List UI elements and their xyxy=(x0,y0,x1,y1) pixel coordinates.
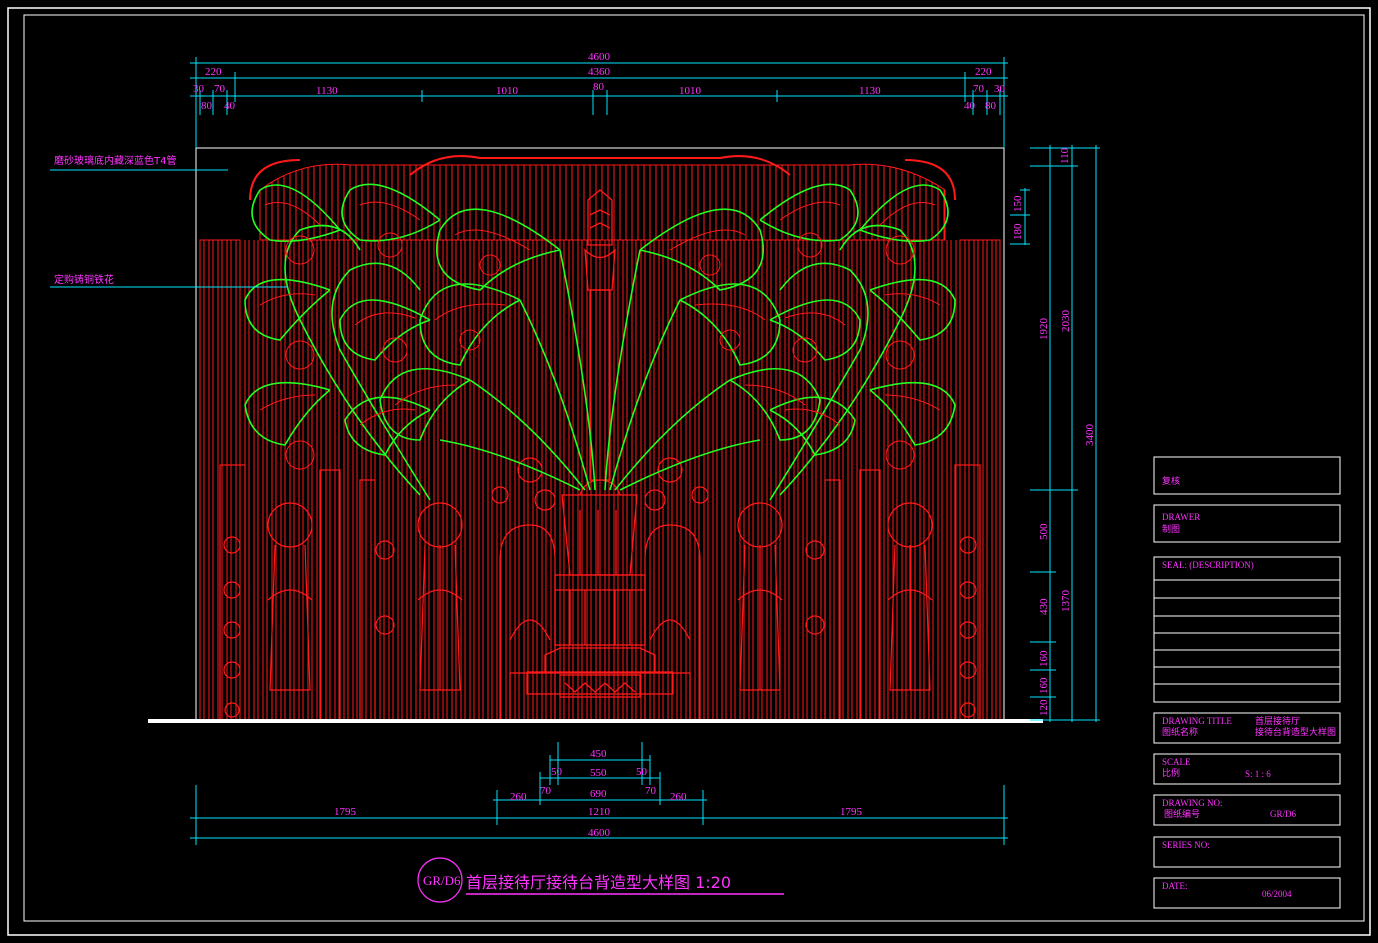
dim-top-span-3: 1010 xyxy=(679,85,702,97)
dim-bot-450: 450 xyxy=(590,748,607,760)
dim-top-inner: 4360 xyxy=(588,66,611,78)
tb-drawing-no-cn: 图纸编号 xyxy=(1164,808,1200,819)
dim-bot-260-right: 260 xyxy=(670,791,687,803)
tb-drawing-title-label: DRAWING TITLE xyxy=(1162,716,1232,726)
callout-casting: 定购铸铜铁花 xyxy=(54,273,114,286)
dim-bot-260-left: 260 xyxy=(510,791,527,803)
dim-right-1920: 1920 xyxy=(1038,318,1050,341)
dim-bot-overall: 4600 xyxy=(588,827,611,839)
tb-drawing-title-value-2: 接待台背造型大样图 xyxy=(1255,726,1336,737)
dim-bot-690: 690 xyxy=(590,788,607,800)
dim-right-3400: 3400 xyxy=(1084,424,1096,447)
dim-right-110: 110 xyxy=(1059,147,1071,164)
dim-bot-50-right: 50 xyxy=(636,766,648,778)
tb-date-label: DATE: xyxy=(1162,881,1188,891)
dim-bot-1795-left: 1795 xyxy=(334,806,357,818)
dim-top-small-l3: 40 xyxy=(224,100,236,112)
tb-date-value: 06/2004 xyxy=(1262,889,1292,899)
callout-glass: 磨砂玻璃底内藏深蓝色T4管 xyxy=(54,154,176,167)
title-text: 首层接待厅接待台背造型大样图 1:20 xyxy=(466,873,731,892)
dim-top-span-1: 1010 xyxy=(496,85,519,97)
dim-top-small-r3: 80 xyxy=(985,100,997,112)
dim-top-small-r0: 70 xyxy=(973,83,985,95)
dim-right-120: 120 xyxy=(1038,699,1050,716)
tb-series-label: SERIES NO: xyxy=(1162,840,1210,850)
dim-top-span-2: 80 xyxy=(593,81,605,93)
dim-bot-1210: 1210 xyxy=(588,806,611,818)
dim-top-small-r1: 30 xyxy=(994,83,1006,95)
tb-scale-label: SCALE xyxy=(1162,757,1191,767)
tb-drawing-title-cn: 图纸名称 xyxy=(1162,726,1198,737)
cad-drawing: 磨砂玻璃底内藏深蓝色T4管 定购铸铜铁花 4600 4360 220 220 3… xyxy=(7,7,1371,936)
floor-line xyxy=(148,719,1043,723)
dim-bot-70-left: 70 xyxy=(540,785,552,797)
tb-drawing-no-label: DRAWING NO: xyxy=(1162,798,1223,808)
drawing-title: GR/D6 首层接待厅接待台背造型大样图 1:20 xyxy=(417,857,784,903)
title-block-text: 复核 DRAWER 制图 SEAL: (DESCRIPTION) DRAWING… xyxy=(1162,475,1336,899)
dim-right-1370: 1370 xyxy=(1060,590,1072,613)
dim-right-160b: 160 xyxy=(1038,677,1050,694)
dim-right-500: 500 xyxy=(1038,523,1050,540)
dim-top-small-l0: 30 xyxy=(193,83,205,95)
tb-seal-label: SEAL: (DESCRIPTION) xyxy=(1162,560,1254,570)
dim-right-180: 180 xyxy=(1012,223,1024,240)
dim-top-overall: 4600 xyxy=(588,51,611,63)
dim-bot-50-left: 50 xyxy=(551,766,563,778)
tb-drawer-cn: 制图 xyxy=(1162,523,1180,534)
dim-top-small-r2: 40 xyxy=(964,100,976,112)
dim-bot-70-right: 70 xyxy=(645,785,657,797)
dim-right-2030: 2030 xyxy=(1060,310,1072,333)
dim-top-span-0: 1130 xyxy=(316,85,338,97)
title-code: GR/D6 xyxy=(423,873,461,888)
tb-scale-cn: 比例 xyxy=(1162,767,1180,778)
dim-bot-1795-right: 1795 xyxy=(840,806,863,818)
tb-check-label: 复核 xyxy=(1162,475,1180,486)
dim-top-side-right: 220 xyxy=(975,66,992,78)
dim-bot-550: 550 xyxy=(590,767,607,779)
dim-top-small-l2: 80 xyxy=(201,100,213,112)
tb-drawing-no-value: GR/D6 xyxy=(1270,809,1297,819)
tb-drawer-label: DRAWER xyxy=(1162,512,1200,522)
dim-top-small-l1: 70 xyxy=(214,83,226,95)
dim-right-430: 430 xyxy=(1038,598,1050,615)
dim-top-span-4: 1130 xyxy=(859,85,881,97)
dim-right-150: 150 xyxy=(1012,195,1024,212)
dim-top-side-left: 220 xyxy=(205,66,222,78)
tb-drawing-title-value-1: 首层接待厅 xyxy=(1255,715,1300,726)
tb-scale-value: S: 1 : 6 xyxy=(1245,769,1271,779)
dim-right-160a: 160 xyxy=(1038,650,1050,667)
